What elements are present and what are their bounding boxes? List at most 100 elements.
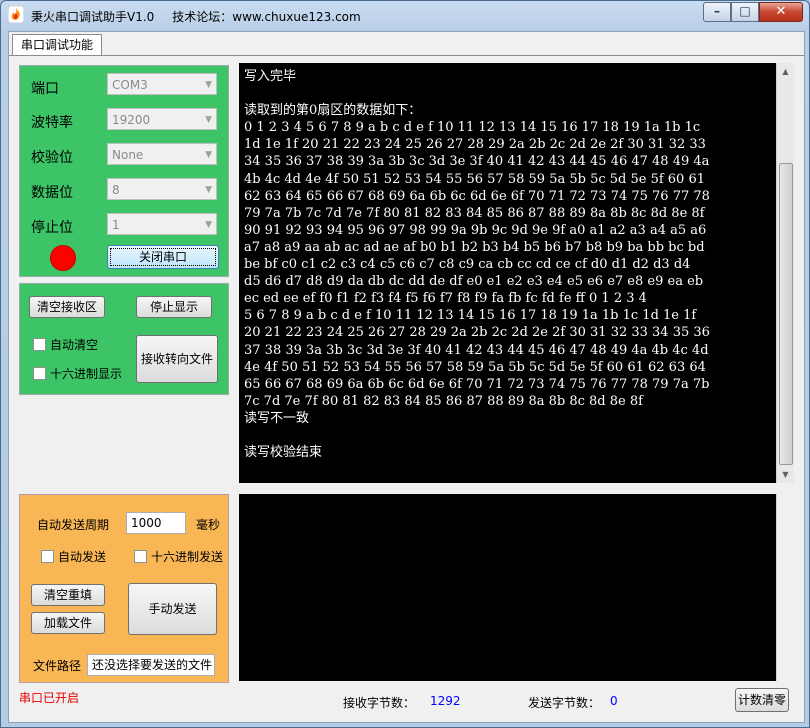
maximize-button[interactable]: □ <box>731 2 759 22</box>
port-value: COM3 <box>112 78 148 92</box>
tab-serial-debug[interactable]: 串口调试功能 <box>12 34 103 55</box>
receive-line: d5 d6 d7 d8 d9 da db dc dd de df e0 e1 e… <box>244 274 704 290</box>
receive-line: 4b 4c 4d 4e 4f 50 51 52 53 54 55 56 57 5… <box>244 171 706 187</box>
auto-clear-label: 自动清空 <box>50 338 99 352</box>
hex-display-label: 十六进制显示 <box>50 367 123 381</box>
port-status-indicator <box>50 245 76 271</box>
manual-send-button[interactable]: 手动发送 <box>128 583 217 635</box>
scroll-thumb[interactable] <box>779 163 793 465</box>
hex-display-checkbox[interactable]: 十六进制显示 <box>33 365 122 382</box>
stop-display-button[interactable]: 停止显示 <box>136 296 212 318</box>
baud-select[interactable]: 19200 ▼ <box>107 108 217 130</box>
redirect-label: 接收转向文件 <box>140 352 213 366</box>
scroll-down-icon[interactable]: ▼ <box>777 466 794 483</box>
chevron-down-icon: ▼ <box>205 80 212 90</box>
clear-receive-button[interactable]: 清空接收区 <box>29 296 105 318</box>
minimize-icon: – <box>714 4 720 18</box>
receive-line: 34 35 36 37 38 39 3a 3b 3c 3d 3e 3f 40 4… <box>244 154 710 170</box>
title-bar[interactable]: 秉火串口调试助手V1.0 技术论坛：www.chuxue123.com – □ ✕ <box>1 1 809 29</box>
manual-send-label: 手动发送 <box>148 602 197 616</box>
tx-count-label: 发送字节数： <box>528 696 601 710</box>
rx-count-label: 接收字节数： <box>343 696 416 710</box>
stopbits-label: 停止位 <box>31 220 73 236</box>
close-button[interactable]: ✕ <box>759 2 803 22</box>
databits-label: 数据位 <box>31 185 73 201</box>
redirect-to-file-button[interactable]: 接收转向文件 <box>136 335 218 383</box>
chevron-down-icon: ▼ <box>205 185 212 195</box>
baud-label: 波特率 <box>31 115 73 131</box>
receive-line: 65 66 67 68 69 6a 6b 6c 6d 6e 6f 70 71 7… <box>244 376 710 392</box>
rx-count-value: 1292 <box>430 694 461 708</box>
receive-line: 0 1 2 3 4 5 6 7 8 9 a b c d e f 10 11 12… <box>244 120 701 136</box>
checkbox-box[interactable] <box>134 550 147 563</box>
chevron-down-icon: ▼ <box>205 220 212 230</box>
clear-receive-label: 清空接收区 <box>36 300 97 314</box>
stop-display-label: 停止显示 <box>149 300 198 314</box>
receive-controls-panel: 清空接收区 停止显示 自动清空 十六进制显示 接收转向文件 <box>19 283 229 395</box>
file-path-input[interactable]: 还没选择要发送的文件 <box>87 654 215 676</box>
receive-line: 4e 4f 50 51 52 53 54 55 56 57 58 59 5a 5… <box>244 359 706 375</box>
minimize-button[interactable]: – <box>703 2 731 22</box>
receive-line: 7c 7d 7e 7f 80 81 82 83 84 85 86 87 88 8… <box>244 393 643 409</box>
port-select[interactable]: COM3 ▼ <box>107 73 217 95</box>
auto-send-checkbox[interactable]: 自动发送 <box>41 548 106 565</box>
chevron-down-icon: ▼ <box>205 150 212 160</box>
parity-select[interactable]: None ▼ <box>107 143 217 165</box>
receive-line: be bf c0 c1 c2 c3 c4 c5 c6 c7 c8 c9 ca c… <box>244 257 691 273</box>
stopbits-select[interactable]: 1 ▼ <box>107 213 217 235</box>
parity-value: None <box>112 148 144 162</box>
receive-textarea[interactable]: 写入完毕 读取到的第0扇区的数据如下： 0 1 2 3 4 5 6 7 8 9 a… <box>239 63 776 483</box>
checkbox-box[interactable] <box>33 367 46 380</box>
receive-line: 90 91 92 93 94 95 96 97 98 99 9a 9b 9c 9… <box>244 222 707 238</box>
close-port-button[interactable]: 关闭串口 <box>107 245 219 269</box>
receive-line: ec ed ee ef f0 f1 f2 f3 f4 f5 f6 f7 f8 f… <box>244 291 647 307</box>
tab-strip: 串口调试功能 <box>9 32 804 56</box>
checkbox-box[interactable] <box>41 550 54 563</box>
auto-clear-checkbox[interactable]: 自动清空 <box>33 336 98 353</box>
baud-value: 19200 <box>112 113 151 127</box>
tab-divider <box>9 55 804 56</box>
app-window: 秉火串口调试助手V1.0 技术论坛：www.chuxue123.com – □ ✕… <box>0 0 810 728</box>
receive-line: a7 a8 a9 aa ab ac ad ae af b0 b1 b2 b3 b… <box>244 239 705 255</box>
window-controls: – □ ✕ <box>703 2 803 22</box>
receive-scrollbar[interactable]: ▲ ▼ <box>776 63 794 483</box>
send-scrollbar[interactable] <box>776 494 794 681</box>
receive-line: 37 38 39 3a 3b 3c 3d 3e 3f 40 41 42 43 4… <box>244 342 709 358</box>
auto-send-label: 自动发送 <box>58 550 107 564</box>
clear-refill-label: 清空重填 <box>43 588 92 602</box>
databits-select[interactable]: 8 ▼ <box>107 178 217 200</box>
receive-line: 读写不一致 <box>244 410 310 426</box>
receive-line: 20 21 22 23 24 25 26 27 28 29 2a 2b 2c 2… <box>244 325 710 341</box>
file-path-label: 文件路径 <box>33 659 82 673</box>
receive-line: 写入完毕 <box>244 69 297 84</box>
receive-line: 5 6 7 8 9 a b c d e f 10 11 12 13 14 15 … <box>244 308 697 324</box>
tx-count-value: 0 <box>610 694 618 708</box>
receive-line: 1d 1e 1f 20 21 22 23 24 25 26 27 28 29 2… <box>244 137 706 153</box>
window-title: 秉火串口调试助手V1.0 技术论坛：www.chuxue123.com <box>31 8 361 25</box>
receive-line <box>244 427 764 444</box>
send-textarea[interactable] <box>239 494 776 681</box>
app-name: 秉火串口调试助手V1.0 <box>31 10 155 24</box>
port-status-text: 串口已开启 <box>19 691 80 705</box>
receive-line: 79 7a 7b 7c 7d 7e 7f 80 81 82 83 84 85 8… <box>244 205 705 221</box>
receive-line: 读写校验结束 <box>244 445 323 461</box>
flame-app-icon <box>8 6 24 23</box>
close-icon: ✕ <box>775 4 787 19</box>
period-unit: 毫秒 <box>196 518 221 532</box>
clear-count-button[interactable]: 计数清零 <box>735 688 789 712</box>
scroll-up-icon[interactable]: ▲ <box>777 63 794 80</box>
clear-count-label: 计数清零 <box>737 693 786 707</box>
load-file-button[interactable]: 加载文件 <box>31 612 105 634</box>
client-area: 串口调试功能 端口 COM3 ▼ 波特率 19200 ▼ 校验位 None ▼ 数据位… <box>8 31 805 723</box>
hex-send-checkbox[interactable]: 十六进制发送 <box>134 548 223 565</box>
stopbits-value: 1 <box>112 218 120 232</box>
checkbox-box[interactable] <box>33 338 46 351</box>
send-controls-panel: 自动发送周期 1000 毫秒 自动发送 十六进制发送 清空重填 加载文件 手动发… <box>19 494 229 683</box>
clear-refill-button[interactable]: 清空重填 <box>31 584 105 606</box>
receive-text: 写入完毕 读取到的第0扇区的数据如下： 0 1 2 3 4 5 6 7 8 9 a… <box>244 68 764 461</box>
forum-link-text: 技术论坛：www.chuxue123.com <box>172 10 361 24</box>
receive-line: 62 63 64 65 66 67 68 69 6a 6b 6c 6d 6e 6… <box>244 188 710 204</box>
load-file-label: 加载文件 <box>43 616 92 630</box>
period-input[interactable]: 1000 <box>126 512 186 534</box>
parity-label: 校验位 <box>31 150 73 166</box>
